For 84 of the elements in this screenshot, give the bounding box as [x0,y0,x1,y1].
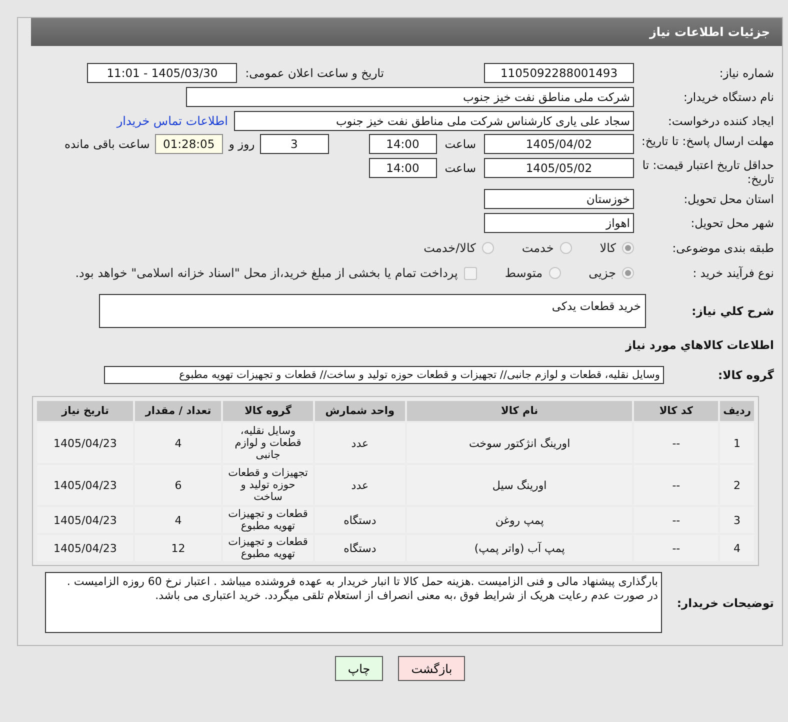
checkbox-label: پرداخت تمام یا بخشی از مبلغ خرید،از محل "اسناد خزانه اسلامی" خواهد بود. [75,266,458,280]
panel-title: جزئیات اطلاعات نیاز [649,24,770,41]
table-cell: -- [634,465,718,505]
radio-button[interactable] [622,267,634,279]
text-field[interactable]: 01:28:05 [154,134,223,154]
table-cell: عدد [314,465,405,505]
table-cell: عدد [314,423,405,463]
field-label: نوع فرآیند خرید : [692,266,774,280]
column-header: ردیف [720,401,754,421]
table-cell: قطعات و تجهیزات تهویه مطبوع [223,535,313,561]
option-label: کالا [600,241,616,255]
field-label: توضیحات خریدار: [676,596,774,610]
table-cell: اورینگ انژکتور سوخت [406,423,632,463]
table-cell: 1405/04/23 [37,465,134,505]
table-cell: 4 [135,423,222,463]
field-label: گروه کالا: [717,368,774,382]
checkbox[interactable] [464,266,477,280]
text-field[interactable]: 1405/05/02 [484,158,634,178]
table-cell: 1405/04/23 [37,423,134,463]
table-cell: دستگاه [314,535,405,561]
field-label: شرح کلي نیاز: [690,304,774,318]
column-header: کد کالا [634,401,718,421]
table-cell: 4 [720,535,754,561]
field-label: شهر محل تحویل: [690,216,774,230]
table-cell: قطعات و تجهیزات تهویه مطبوع [223,507,313,533]
table-cell: 4 [135,507,222,533]
table-cell: 3 [720,507,754,533]
field-label: طبقه بندی موضوعی: [671,241,774,255]
option-label: جزیی [588,266,616,280]
option-label: کالا/خدمت [424,241,476,255]
column-header: گروه کالا [223,401,313,421]
text-field[interactable]: خوزستان [484,189,634,209]
field-label: تاریخ و ساعت اعلان عمومی: [245,66,384,80]
field-label: حداقل تاریخ اعتبار قیمت: تا تاریخ: [641,158,774,186]
text-field[interactable]: 1105092288001493 [484,63,634,83]
print-button[interactable]: چاپ [334,656,384,681]
text-field[interactable]: 1405/04/02 [484,134,634,154]
text-field[interactable]: وسایل نقلیه، قطعات و لوازم جانبی// تجهیزات و قطعات حوزه تولید و ساخت// قطعات و تجهیزات تهویه مطبوع [104,366,664,384]
table-cell: 12 [135,535,222,561]
table-cell: 1 [720,423,754,463]
field-label: ساعت [444,136,476,153]
column-header: تعداد / مقدار [135,401,222,421]
option-label: متوسط [504,266,543,280]
radio-button[interactable] [622,242,634,254]
field-label: شماره نیاز: [718,66,774,80]
column-header: واحد شمارش [314,401,405,421]
field-label: روز و [228,136,255,153]
back-button[interactable]: بازگشت [398,656,466,681]
table-cell: -- [634,507,718,533]
field-label: مهلت ارسال پاسخ: تا تاریخ: [640,134,774,148]
text-field[interactable]: 14:00 [368,134,437,154]
table-cell: 1405/04/23 [37,507,134,533]
description-field[interactable]: خرید قطعات یدکی [99,294,646,328]
table-cell: -- [634,535,718,561]
table-cell: وسایل نقلیه، قطعات و لوازم جانبی [223,423,313,463]
radio-button[interactable] [548,267,561,279]
field-label: ساعت [444,160,476,177]
text-field[interactable]: سجاد علی یاری کارشناس شرکت ملی مناطق نفت خیز جنوب [234,111,634,131]
text-field[interactable]: 3 [260,134,329,154]
field-label: ساعت باقی مانده [64,136,150,153]
text-field[interactable]: اهواز [484,213,634,233]
column-header: تاریخ نیاز [37,401,134,421]
table-cell: 2 [720,465,754,505]
option-label: خدمت [522,241,554,255]
table-cell: 1405/04/23 [37,535,134,561]
table-cell: -- [634,423,718,463]
table-cell: پمپ آب (واتر پمپ) [406,535,632,561]
table-cell: اورینگ سیل [406,465,632,505]
text-field[interactable]: 1405/03/30 - 11:01 [87,63,238,83]
field-label: استان محل تحویل: [682,192,774,206]
notes-field[interactable]: بارگذاری پیشنهاد مالی و فنی الزامیست .هزینه حمل کالا تا انبار خریدار به عهده فروشنده میباشد . اعتبار نرخ 60 روزه الزامیست . در صورت عدم رعایت هریک از شرایط فوق ،به معنی انصراف از استعلام تلقی میگردد. خرید اعتباری می باشد. [45,572,662,633]
contact-link[interactable]: اطلاعات تماس خریدار [116,114,228,128]
text-field[interactable]: 14:00 [368,158,437,178]
field-label: اطلاعات کالاهاي مورد نیاز [626,338,774,352]
field-label: ایجاد کننده درخواست: [667,114,774,128]
column-header: نام کالا [406,401,632,421]
text-field[interactable]: شرکت ملی مناطق نفت خیز جنوب [186,87,634,107]
radio-button[interactable] [560,242,572,254]
table-cell: دستگاه [314,507,405,533]
table-cell: 6 [135,465,222,505]
table-cell: تجهیزات و قطعات حوزه تولید و ساخت [223,465,313,505]
table-cell: پمپ روغن [406,507,632,533]
radio-button[interactable] [482,242,494,254]
field-label: نام دستگاه خریدار: [682,90,774,104]
